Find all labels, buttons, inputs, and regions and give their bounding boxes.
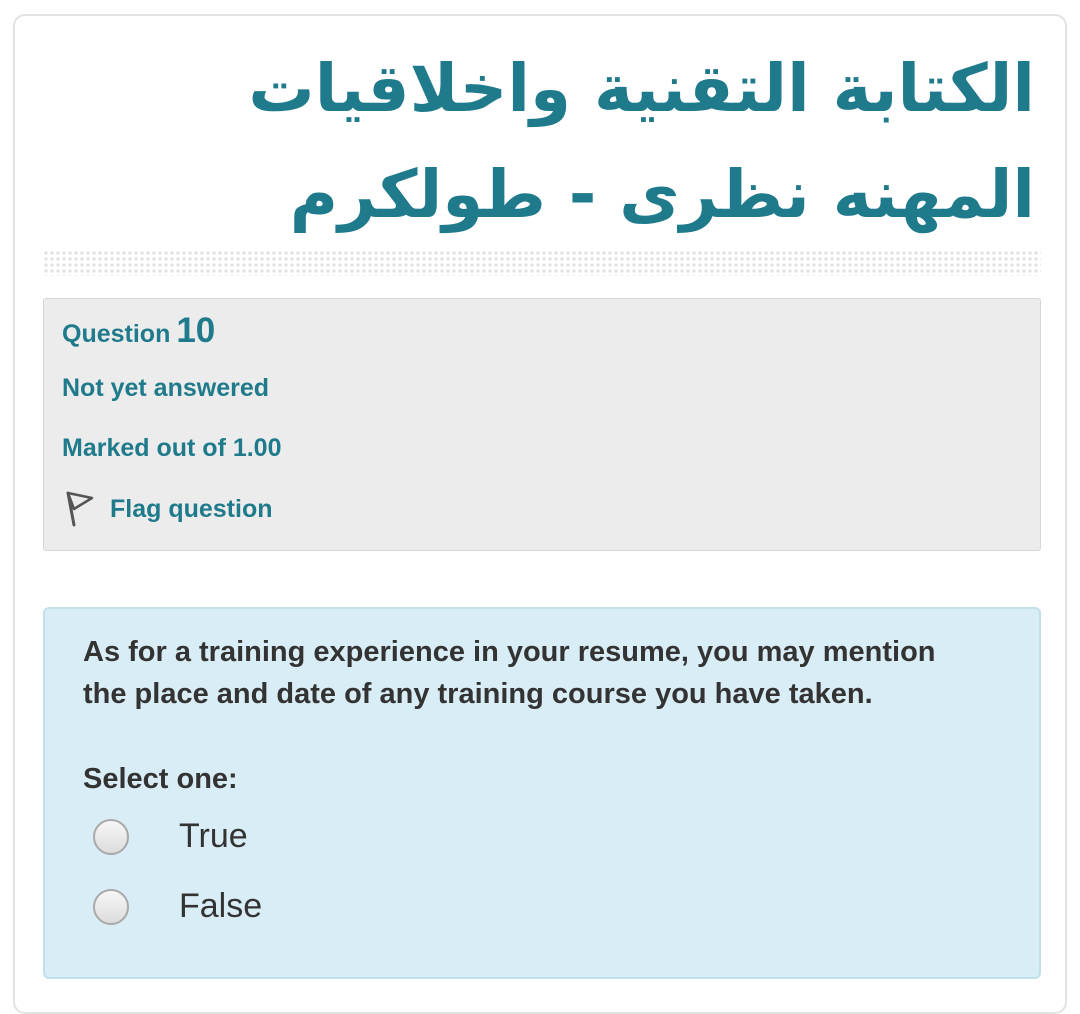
flag-question-label: Flag question [110, 494, 273, 523]
question-info-panel: Question 10 Not yet answered Marked out o… [43, 298, 1041, 551]
answer-option-label[interactable]: False [179, 887, 262, 926]
question-label: Question [62, 320, 171, 348]
question-grade: Marked out of 1.00 [62, 434, 282, 462]
page-card: الكتابة التقنية واخلاقيات المهنه نظرى - … [13, 14, 1067, 1014]
radio-button-true[interactable] [93, 818, 129, 855]
question-state: Not yet answered [62, 374, 270, 402]
question-content-panel: As for a training experience in your res… [43, 607, 1041, 979]
radio-button-false[interactable] [93, 888, 129, 925]
question-number: Question 10 [62, 311, 215, 351]
dotted-separator [43, 250, 1041, 276]
answer-option-true[interactable]: True [93, 817, 248, 856]
answer-option-label[interactable]: True [179, 817, 248, 856]
flag-question-button[interactable]: Flag question [62, 489, 273, 529]
answer-option-false[interactable]: False [93, 887, 262, 926]
question-number-value: 10 [176, 311, 216, 350]
course-title: الكتابة التقنية واخلاقيات المهنه نظرى - … [248, 50, 1035, 233]
flag-icon [66, 491, 94, 527]
answer-prompt: Select one: [83, 763, 238, 795]
question-text: As for a training experience in your res… [83, 636, 936, 710]
